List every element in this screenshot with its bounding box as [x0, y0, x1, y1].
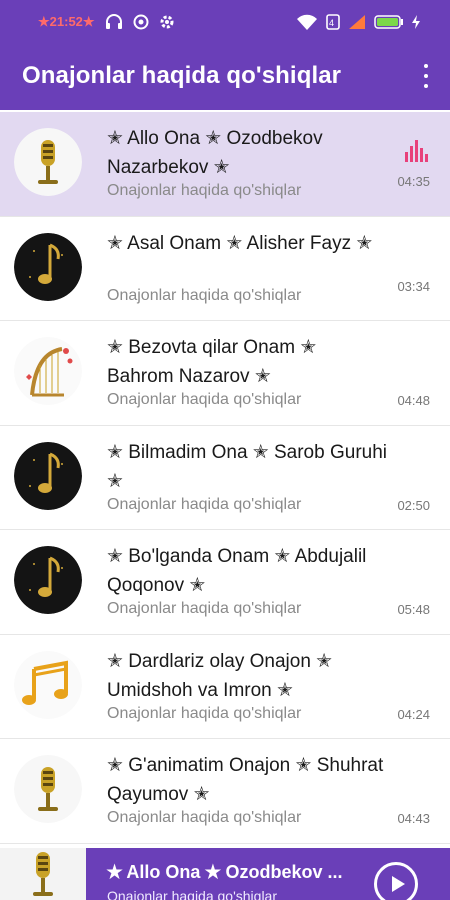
battery-icon: [374, 15, 403, 29]
song-duration: 04:48: [397, 393, 430, 408]
list-item[interactable]: ✭ Allo Ona ✭ Ozodbekov Nazarbekov ✭ Onaj…: [0, 112, 450, 217]
play-icon: [392, 876, 405, 892]
song-title: ✭ Bo'lganda Onam ✭ Abdujalil Qoqonov ✭: [107, 546, 367, 596]
sim-icon: 4: [326, 14, 340, 30]
song-title: ✭ Allo Ona ✭ Ozodbekov Nazarbekov ✭: [107, 128, 323, 178]
gold-notes-icon: [14, 650, 82, 719]
list-item[interactable]: ✭ Bezovta qilar Onam ✭ Bahrom Nazarov ✭ …: [0, 321, 450, 426]
song-title: ✭ Dardlariz olay Onajon ✭ Umidshoh va Im…: [107, 650, 333, 701]
player-title: ✭ Allo Ona ✭ Ozodbekov ...: [107, 862, 343, 882]
song-duration: 04:43: [397, 811, 430, 826]
song-title: ✭ Bilmadim Ona ✭ Sarob Guruhi ✭: [107, 441, 387, 492]
list-item[interactable]: ✭ Bilmadim Ona ✭ Sarob Guruhi ✭ Onajonla…: [0, 426, 450, 530]
svg-text:4: 4: [329, 18, 334, 28]
song-duration: 05:48: [397, 602, 430, 617]
music-note-icon: [14, 546, 82, 614]
page-title: Onajonlar haqida qo'shiqlar: [22, 62, 342, 89]
song-subtitle: Onajonlar haqida qo'shiqlar: [107, 391, 302, 408]
list-item[interactable]: ✭ Dardlariz olay Onajon ✭ Umidshoh va Im…: [0, 635, 450, 739]
harp-icon: [14, 337, 82, 405]
song-title: ✭ Asal Onam ✭ Alisher Fayz ✭: [107, 232, 373, 254]
play-button[interactable]: [374, 862, 418, 900]
signal-icon: [349, 15, 365, 29]
status-bar: ★21:52★ 4: [0, 0, 450, 46]
song-duration: 02:50: [397, 497, 430, 513]
song-subtitle: Onajonlar haqida qo'shiqlar: [107, 286, 302, 304]
song-list[interactable]: ✭ Allo Ona ✭ Ozodbekov Nazarbekov ✭ Onaj…: [0, 112, 450, 848]
list-item[interactable]: ✭ Asal Onam ✭ Alisher Fayz ✭ Onajonlar h…: [0, 217, 450, 321]
equalizer-icon: [405, 140, 428, 162]
microphone-icon: [0, 848, 86, 900]
music-note-icon: [14, 441, 82, 510]
more-vert-icon[interactable]: [422, 64, 430, 88]
song-duration: 04:35: [397, 174, 430, 189]
song-subtitle: Onajonlar haqida qo'shiqlar: [107, 809, 302, 826]
headphones-icon: [105, 14, 122, 29]
song-duration: 03:34: [397, 278, 430, 294]
song-subtitle: Onajonlar haqida qo'shiqlar: [107, 495, 302, 513]
song-subtitle: Onajonlar haqida qo'shiqlar: [107, 600, 302, 617]
list-item[interactable]: ✭ Bo'lganda Onam ✭ Abdujalil Qoqonov ✭ O…: [0, 530, 450, 635]
song-duration: 04:24: [397, 706, 430, 722]
charging-icon: [412, 15, 420, 29]
music-note-icon: [14, 232, 82, 301]
app-bar: Onajonlar haqida qo'shiqlar: [0, 46, 450, 110]
microphone-icon: [14, 128, 82, 196]
song-subtitle: Onajonlar haqida qo'shiqlar: [107, 182, 302, 199]
player-subtitle: Onajonlar haqida qo'shiqlar: [107, 888, 278, 900]
wifi-icon: [297, 14, 317, 30]
song-title: ✭ G'animatim Onajon ✭ Shuhrat Qayumov ✭: [107, 755, 384, 805]
microphone-icon: [14, 755, 82, 823]
mini-player[interactable]: ✭ Allo Ona ✭ Ozodbekov ... Onajonlar haq…: [0, 848, 450, 900]
status-time: ★21:52★: [38, 14, 95, 29]
list-item[interactable]: ✭ G'animatim Onajon ✭ Shuhrat Qayumov ✭ …: [0, 739, 450, 844]
song-title: ✭ Bezovta qilar Onam ✭ Bahrom Nazarov ✭: [107, 337, 317, 387]
song-subtitle: Onajonlar haqida qo'shiqlar: [107, 704, 302, 722]
gear-icon: [160, 15, 174, 29]
sync-icon: [133, 14, 149, 30]
